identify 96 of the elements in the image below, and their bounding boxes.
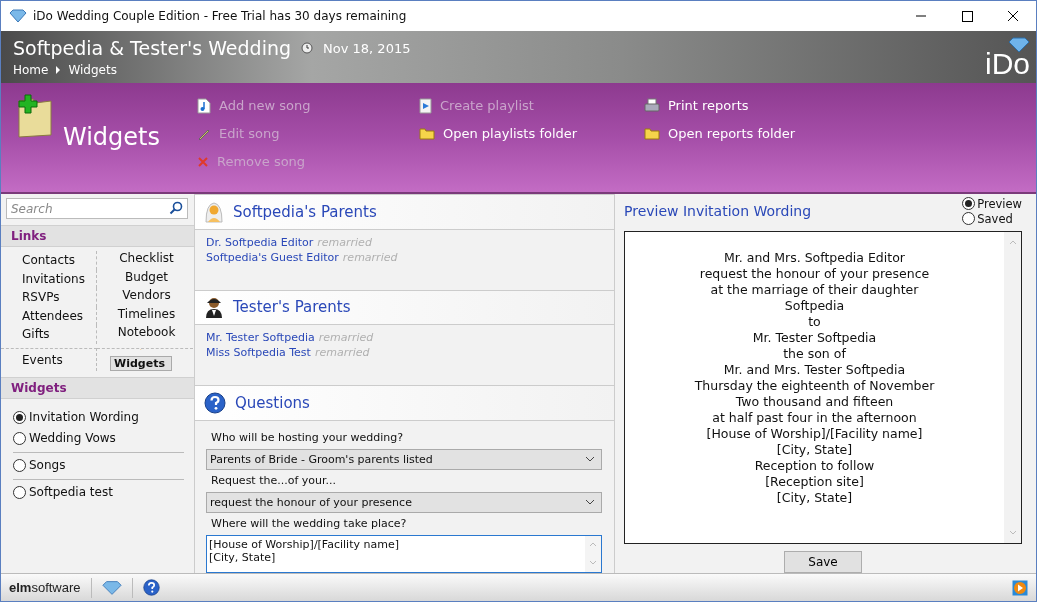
sidebar-link[interactable]: Timelines (117, 306, 176, 321)
sidebar-link[interactable]: Checklist (119, 251, 174, 265)
parent-status: remarried (318, 331, 374, 345)
radio-circle[interactable] (962, 197, 976, 210)
question-icon (204, 392, 226, 415)
sidebar-link[interactable]: RSVPs (22, 290, 60, 305)
dropdown[interactable]: Parents of Bride - Groom's parents listed (206, 449, 602, 470)
invitation-line: Mr. and Mrs. Softpedia Editor (724, 249, 905, 266)
chevron-down-icon (585, 499, 595, 506)
wedding-date: Nov 18, 2015 (323, 40, 411, 56)
section-heading: Links (1, 225, 194, 247)
sidebar-link[interactable]: Gifts (22, 327, 50, 342)
wedding-title: Softpedia & Tester's Wedding (13, 37, 292, 59)
section-title: Tester's Parents (233, 298, 351, 317)
scroll-down-icon (589, 560, 597, 566)
app-logo: iDo (985, 49, 1030, 79)
invitation-line: request the honour of your presence (699, 265, 930, 282)
text-area[interactable]: [House of Worship]/[Facility name] [City, State] (206, 535, 602, 573)
scroll-up-icon (1008, 239, 1017, 245)
invitation-line: [House of Worship]/[Facility name] (706, 425, 923, 442)
bride-icon (204, 200, 224, 223)
scroll-up-icon (589, 542, 597, 548)
invitation-line: at the marriage of their daughter (710, 281, 919, 298)
toolbar-action[interactable]: Print reports (644, 96, 866, 115)
radio-circle[interactable] (962, 212, 976, 225)
play-file-icon (419, 97, 432, 114)
invitation-line: at half past four in the afternoon (712, 409, 917, 426)
parent-link[interactable]: Miss Softpedia Test (206, 346, 311, 360)
parent-link[interactable]: Dr. Softpedia Editor (206, 235, 314, 249)
radio-circle[interactable] (13, 410, 26, 424)
breadcrumb-link[interactable]: Widgets (68, 63, 117, 77)
parent-status: remarried (317, 235, 372, 249)
company-logo: elmsoftware (9, 580, 81, 595)
diamond-icon (1008, 37, 1030, 53)
question-label: Where will the wedding take place? (210, 517, 408, 530)
sidebar-link[interactable]: Widgets (110, 355, 172, 371)
breadcrumb-arrow-icon (55, 66, 62, 74)
diamond-icon (9, 9, 27, 23)
sidebar-link[interactable]: Invitations (22, 271, 85, 286)
invitation-line: the son of (783, 345, 846, 362)
mode-radio[interactable]: Preview (962, 196, 1022, 211)
section-heading: Widgets (1, 376, 194, 399)
clock-icon (301, 42, 314, 54)
save-button[interactable]: Save (784, 551, 862, 573)
invitation-line: Thursday the eighteenth of November (694, 377, 935, 394)
search-field[interactable]: Search (6, 198, 188, 219)
toolbar-action[interactable]: Open reports folder (644, 124, 866, 143)
music-file-icon (197, 97, 211, 114)
folder-icon (644, 127, 660, 140)
section-title: Softpedia's Parents (233, 202, 377, 221)
widget-radio[interactable]: Invitation Wording (13, 406, 184, 428)
diamond-icon[interactable] (101, 579, 122, 596)
scroll-down-icon (1008, 530, 1017, 535)
radio-circle[interactable] (13, 485, 26, 499)
mode-radio[interactable]: Saved (962, 211, 1022, 226)
window-title: iDo Wedding Couple Edition - Free Trial has 30 days remaining (33, 9, 408, 23)
help-icon[interactable] (142, 579, 160, 596)
invitation-line: [City, State] (776, 489, 853, 506)
invitation-line: to (808, 313, 821, 330)
folder-icon (419, 127, 435, 140)
widget-radio[interactable]: Songs (13, 454, 184, 476)
chevron-down-icon (585, 456, 595, 463)
search-icon[interactable] (169, 201, 183, 215)
parent-status: remarried (314, 346, 370, 360)
invitation-line: [City, State] (776, 441, 853, 458)
sidebar-link[interactable]: Notebook (117, 325, 176, 339)
invitation-line: Softpedia (784, 297, 845, 314)
parent-link[interactable]: Softpedia's Guest Editor (206, 250, 339, 264)
breadcrumb-link[interactable]: Home (13, 63, 49, 77)
printer-icon (644, 97, 660, 114)
invitation-line: Mr. Tester Softpedia (752, 329, 877, 346)
toolbar-action[interactable]: Open playlists folder (419, 124, 644, 143)
invitation-line: Mr. and Mrs. Tester Softpedia (723, 361, 906, 378)
parent-status: remarried (342, 250, 398, 264)
play-icon[interactable] (1012, 579, 1028, 596)
question-label: Who will be hosting your wedding? (210, 431, 405, 444)
radio-circle[interactable] (13, 431, 26, 445)
sidebar-link[interactable]: Events (22, 352, 63, 367)
sidebar-link[interactable]: Vendors (122, 288, 171, 302)
person-icon (204, 296, 224, 319)
cross-icon (197, 155, 209, 168)
radio-circle[interactable] (13, 458, 26, 472)
sidebar-link[interactable]: Budget (124, 269, 169, 284)
section-title: Questions (235, 394, 310, 413)
parent-link[interactable]: Mr. Tester Softpedia (206, 331, 315, 345)
widget-radio[interactable]: Wedding Vows (13, 427, 184, 449)
preview-title: Preview Invitation Wording (624, 203, 812, 219)
widget-radio[interactable]: Softpedia test (13, 481, 184, 503)
dropdown[interactable]: request the honour of your presence (206, 492, 602, 513)
invitation-line: [Reception site] (765, 473, 864, 490)
sidebar-link[interactable]: Contacts (22, 253, 75, 268)
invitation-line: Two thousand and fifteen (735, 393, 894, 410)
question-label: Request the...of your... (210, 474, 338, 487)
section-title: Widgets (63, 123, 161, 151)
invitation-line: Reception to follow (754, 457, 875, 474)
sidebar-link[interactable]: Attendees (22, 308, 84, 323)
